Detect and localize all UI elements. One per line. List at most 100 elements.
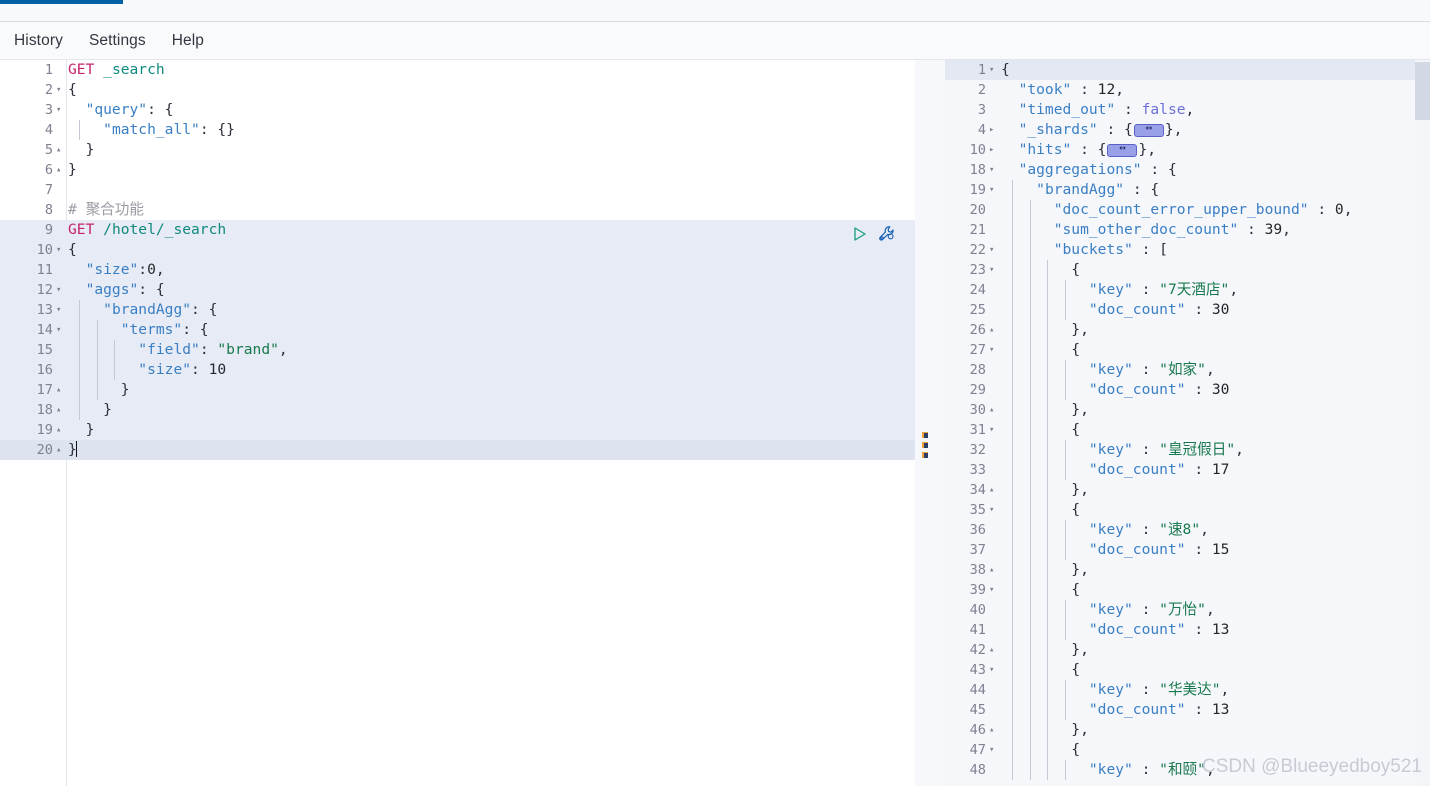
code-line[interactable]: 19 ▴ } (0, 420, 915, 440)
indent-guide (79, 340, 80, 360)
request-editor-pane[interactable]: 1 GET _search 2 ▾{3 ▾ "query": {4 "match_all… (0, 60, 915, 786)
code-line[interactable]: 32 "key" : "皇冠假日", (945, 440, 1415, 460)
indent-guide (1047, 340, 1049, 360)
code-line-text: "aggregations" : { (989, 160, 1415, 180)
request-wrench-icon[interactable] (878, 225, 896, 243)
code-line[interactable]: 21 "sum_other_doc_count" : 39, (945, 220, 1415, 240)
code-line[interactable]: 46 ▴ }, (945, 720, 1415, 740)
code-line[interactable]: 24 "key" : "7天酒店", (945, 280, 1415, 300)
code-line[interactable]: 29 "doc_count" : 30 (945, 380, 1415, 400)
code-line[interactable]: 48 "key" : "和颐", (945, 760, 1415, 780)
code-line[interactable]: 34 ▴ }, (945, 480, 1415, 500)
code-line[interactable]: 2 ▾ { (0, 80, 915, 100)
token-punc: , (1229, 281, 1239, 298)
code-line[interactable]: 20 ▴} (0, 440, 915, 460)
indent-guide (1064, 520, 1066, 540)
line-number: 15 (36, 342, 53, 358)
pane-splitter[interactable] (915, 60, 945, 786)
token-punc: , (1205, 601, 1215, 618)
code-line[interactable]: 7 (0, 180, 915, 200)
code-line[interactable]: 5 ▴ } (0, 140, 915, 160)
code-line[interactable]: 44 "key" : "华美达", (945, 680, 1415, 700)
indent-guide (1029, 740, 1031, 760)
request-editor-code[interactable]: 1 GET _search 2 ▾{3 ▾ "query": {4 "match_all… (0, 60, 915, 786)
token-str: "brand" (217, 341, 279, 358)
token-punc: : (1185, 621, 1212, 638)
indent-guide (1064, 440, 1066, 460)
code-line[interactable]: 39 ▾ { (945, 580, 1415, 600)
folded-region-widget[interactable] (1133, 121, 1164, 137)
code-line-text: "query": { (56, 100, 915, 120)
token-key: "terms" (120, 321, 183, 338)
code-line[interactable]: 41 "doc_count" : 13 (945, 620, 1415, 640)
code-line[interactable]: 22 ▾ "buckets" : [ (945, 240, 1415, 260)
active-tab-indicator[interactable] (0, 0, 123, 4)
code-line[interactable]: 26 ▴ }, (945, 320, 1415, 340)
code-line[interactable]: 13 ▾ "brandAgg": { (0, 300, 915, 320)
code-line[interactable]: 47 ▾ { (945, 740, 1415, 760)
code-line[interactable]: 27 ▾ { (945, 340, 1415, 360)
indent-guide (1029, 220, 1031, 240)
send-request-play-icon[interactable] (852, 226, 868, 242)
menu-item-settings[interactable]: Settings (89, 22, 146, 60)
code-line[interactable]: 4▸ "_shards" : {}, (945, 120, 1415, 140)
code-line[interactable]: 8 # 聚合功能 (0, 200, 915, 220)
code-line[interactable]: 3 ▾ "query": { (0, 100, 915, 120)
line-number: 10 ▸ (945, 140, 995, 160)
code-line[interactable]: 1 GET _search (0, 60, 915, 80)
code-line[interactable]: 36 "key" : "速8", (945, 520, 1415, 540)
code-line[interactable]: 14 ▾ "terms": { (0, 320, 915, 340)
code-line[interactable]: 10▸ "hits" : {}, (945, 140, 1415, 160)
token-punc: : (138, 261, 148, 278)
code-line[interactable]: 40 "key" : "万怡", (945, 600, 1415, 620)
code-line[interactable]: 12 ▾ "aggs": { (0, 280, 915, 300)
code-line[interactable]: 45 "doc_count" : 13 (945, 700, 1415, 720)
code-line[interactable]: 31 ▾ { (945, 420, 1415, 440)
code-line[interactable]: 18 ▴ } (0, 400, 915, 420)
code-line[interactable]: 19 ▾ "brandAgg" : { (945, 180, 1415, 200)
code-line[interactable]: 6 ▴} (0, 160, 915, 180)
line-number: 42 ▴ (945, 640, 995, 660)
menu-item-help[interactable]: Help (172, 22, 204, 60)
code-line[interactable]: 1 ▾ { (945, 60, 1415, 80)
code-line[interactable]: 20 "doc_count_error_upper_bound" : 0, (945, 200, 1415, 220)
token-punc: { (1071, 261, 1081, 278)
response-viewer-code[interactable]: 1 ▾{2 "took" : 12, 3 "timed_out" : false, 4… (945, 60, 1415, 786)
code-line[interactable]: 2 "took" : 12, (945, 80, 1415, 100)
splitter-drag-handle[interactable] (922, 432, 928, 458)
code-line[interactable]: 30 ▴ }, (945, 400, 1415, 420)
menu-item-history[interactable]: History (14, 22, 63, 60)
indent-guide (1012, 220, 1013, 240)
code-line[interactable]: 10 ▾ { (0, 240, 915, 260)
indent-guide (96, 320, 98, 340)
code-line[interactable]: 35 ▾ { (945, 500, 1415, 520)
code-line[interactable]: 38 ▴ }, (945, 560, 1415, 580)
code-line[interactable]: 42 ▴ }, (945, 640, 1415, 660)
code-line[interactable]: 18 ▾ "aggregations" : { (945, 160, 1415, 180)
code-line[interactable]: 3 "timed_out" : false, (945, 100, 1415, 120)
code-line[interactable]: 9 GET /hotel/_search (0, 220, 915, 240)
code-line[interactable]: 15 "field": "brand", (0, 340, 915, 360)
code-line[interactable]: 33 "doc_count" : 17 (945, 460, 1415, 480)
response-scrollbar-thumb[interactable] (1415, 62, 1430, 120)
code-line[interactable]: 25 "doc_count" : 30 (945, 300, 1415, 320)
response-viewer-pane[interactable]: 1 ▾{2 "took" : 12, 3 "timed_out" : false, 4… (945, 60, 1415, 786)
indent-guide (1029, 260, 1031, 280)
folded-region-widget[interactable] (1107, 141, 1138, 157)
code-line[interactable]: 11 "size":0, (0, 260, 915, 280)
code-line[interactable]: 4 "match_all": {} (0, 120, 915, 140)
response-scrollbar-track[interactable] (1415, 60, 1430, 786)
code-line[interactable]: 17 ▴ } (0, 380, 915, 400)
code-line[interactable]: 43 ▾ { (945, 660, 1415, 680)
token-key: "size" (138, 361, 192, 378)
code-line[interactable]: 37 "doc_count" : 15 (945, 540, 1415, 560)
code-line[interactable]: 28 "key" : "如家", (945, 360, 1415, 380)
code-line-text: GET /hotel/_search (56, 220, 915, 240)
token-key: "hits" (1018, 141, 1072, 158)
code-line[interactable]: 16 "size": 10 (0, 360, 915, 380)
indent-guide (1012, 560, 1013, 580)
code-line[interactable]: 23 ▾ { (945, 260, 1415, 280)
